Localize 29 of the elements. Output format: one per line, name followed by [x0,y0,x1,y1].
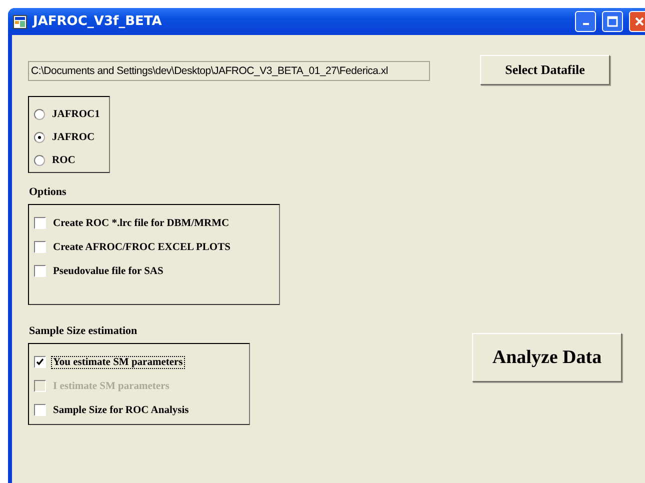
checkbox[interactable] [34,356,46,368]
checkbox[interactable] [34,404,46,416]
sample-size-heading: Sample Size estimation [29,325,138,337]
radio-button[interactable] [34,132,45,143]
checkbox-label: Create AFROC/FROC EXCEL PLOTS [52,242,232,252]
maximize-button[interactable] [602,11,623,32]
radio-button[interactable] [34,155,45,166]
file-path-field[interactable]: C:\Documents and Settings\dev\Desktop\JAFROC_V3_BETA_01_27\Federica.xl [28,60,430,80]
analyze-data-button[interactable]: Analyze Data [472,333,622,382]
checkbox-label: Sample Size for ROC Analysis [52,404,190,416]
close-button[interactable] [629,11,645,32]
radio-label: ROC [51,155,76,166]
minimize-button[interactable] [575,11,596,32]
checkbox[interactable] [34,217,46,229]
checkbox[interactable] [34,265,46,277]
select-datafile-button[interactable]: Select Datafile [480,55,610,85]
checkbox-label: You estimate SM parameters [52,356,184,368]
checkbox-label: Pseudovalue file for SAS [52,266,164,276]
window-title: JAFROC_V3f_BETA [33,14,163,29]
radio-label: JAFROC [51,132,96,143]
checkbox-label: I estimate SM parameters [52,380,170,392]
app-icon [13,14,27,28]
radio-button[interactable] [34,109,45,120]
checkbox-label: Create ROC *.lrc file for DBM/MRMC [52,218,230,228]
radio-label: JAFROC1 [51,109,101,120]
close-icon [634,16,645,27]
checkbox[interactable] [34,241,46,253]
options-heading: Options [29,186,68,198]
maximize-icon [607,16,618,27]
